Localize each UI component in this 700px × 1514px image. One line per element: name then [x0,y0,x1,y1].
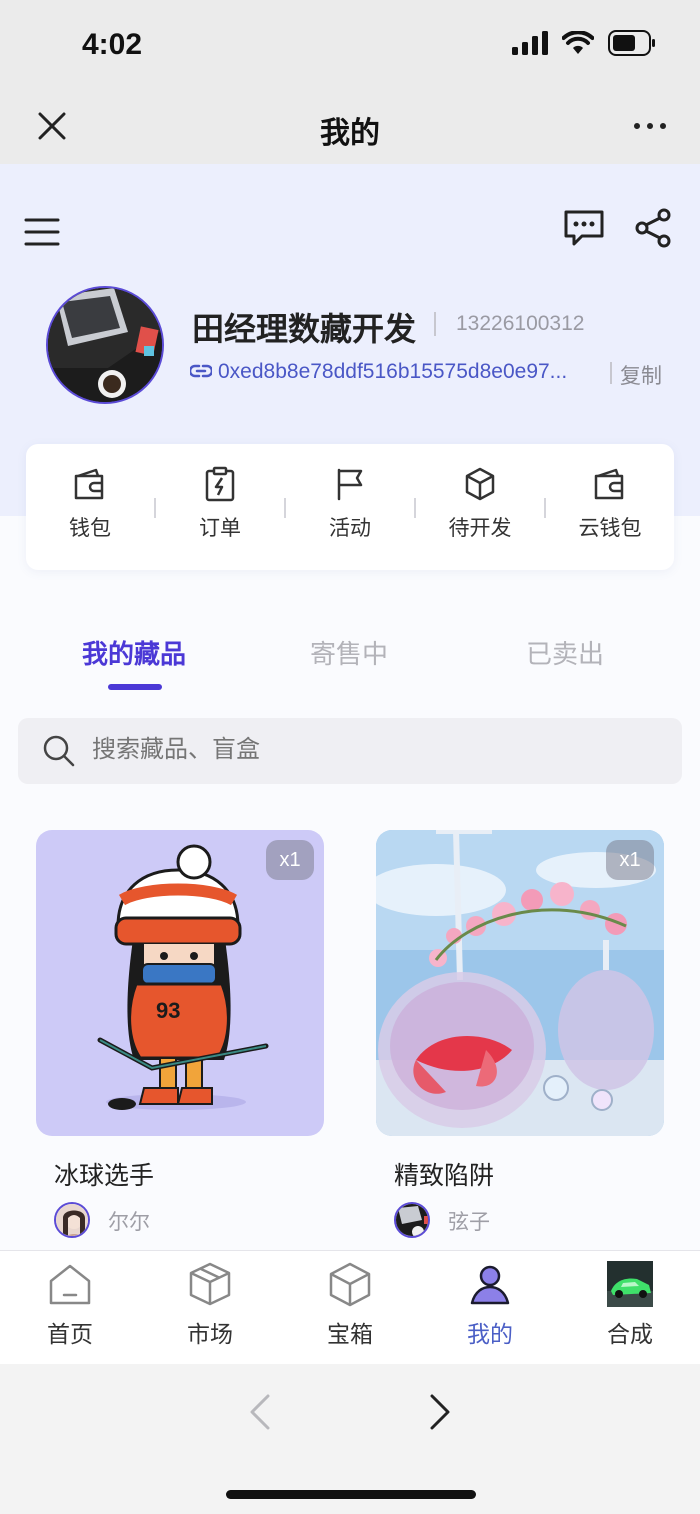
status-time: 4:02 [82,28,143,61]
quick-action-label: 云钱包 [578,517,642,540]
tab-bar-label: 首页 [47,1321,93,1347]
share-icon[interactable] [634,208,672,248]
collection-card[interactable]: 93 x1 冰球选手 尔尔 [36,830,324,1250]
active-tab-indicator [108,684,162,690]
browser-toolbar [0,1364,700,1514]
tab-bar-market[interactable]: 市场 [160,1261,260,1349]
author-name: 尔尔 [108,1211,150,1234]
main-content: 田经理数藏开发 13226100312 0xed8b8e78ddf516b155… [0,164,700,1250]
quick-action-label: 钱包 [69,517,111,540]
quick-action-order[interactable]: 订单 [170,466,270,542]
order-icon [205,466,235,502]
cube-icon [465,467,495,501]
search-icon [43,735,75,767]
svg-text:93: 93 [156,998,180,1023]
quick-action-cloud-wallet[interactable]: 云钱包 [560,466,660,542]
divider [154,498,156,518]
menu-icon[interactable] [24,216,60,248]
bottom-tab-bar: 首页 市场 宝箱 我的 合成 [0,1250,700,1364]
divider [414,498,416,518]
wallet-address: 0xed8b8e78ddf516b15575d8e0e97... [218,360,568,383]
status-bar: 4:02 [0,0,700,90]
collection-tabs: 我的藏品 寄售中 已卖出 [0,634,700,694]
copy-button[interactable]: 复制 [620,360,662,390]
signal-icon [512,31,548,55]
forward-arrow-icon[interactable] [426,1392,454,1432]
divider [610,362,612,384]
divider [284,498,286,518]
divider [544,498,546,518]
quick-action-label: 活动 [329,517,371,540]
more-icon[interactable] [630,106,670,146]
quantity-badge: x1 [606,840,654,880]
author-name: 弦子 [448,1211,490,1234]
tab-bar-home[interactable]: 首页 [20,1261,120,1349]
avatar[interactable] [46,286,164,404]
wallet-icon [74,468,104,500]
collection-card[interactable]: x1 精致陷阱 弦子 [376,830,664,1250]
market-box-icon [189,1262,231,1306]
link-icon [190,364,212,378]
user-name: 田经理数藏开发 [192,311,417,347]
quick-action-activity[interactable]: 活动 [300,466,400,542]
tab-sold[interactable]: 已卖出 [526,634,604,671]
treasure-box-icon [329,1262,371,1307]
wifi-icon [562,31,594,54]
collection-title: 精致陷阱 [394,1162,495,1190]
collection-image[interactable]: x1 [376,830,664,1136]
message-icon[interactable] [562,208,606,248]
flag-icon [337,468,363,501]
quick-action-label: 待开发 [448,517,512,540]
collection-image[interactable]: 93 x1 [36,830,324,1136]
tab-my-collections[interactable]: 我的藏品 [82,634,186,671]
tab-bar-label: 宝箱 [327,1321,373,1347]
nav-bar: 我的 [0,90,700,164]
status-icons [512,30,656,56]
tab-bar-mine[interactable]: 我的 [440,1261,540,1349]
tab-bar-treasure[interactable]: 宝箱 [300,1261,400,1349]
divider [434,312,436,336]
quick-actions-card: 钱包 订单 活动 待开发 云钱包 [26,444,674,570]
tab-bar-synthesis[interactable]: 合成 [580,1261,680,1349]
page-title: 我的 [320,117,380,150]
synthesis-thumbnail [607,1261,653,1307]
user-phone: 13226100312 [456,312,585,335]
quick-action-wallet[interactable]: 钱包 [40,466,140,542]
search-input[interactable] [92,736,652,764]
quick-action-pending[interactable]: 待开发 [430,466,530,542]
quantity-badge: x1 [266,840,314,880]
author-avatar [394,1202,430,1238]
collection-title: 冰球选手 [54,1162,155,1190]
author-avatar [54,1202,90,1238]
tab-bar-label: 我的 [467,1321,513,1347]
back-arrow-icon[interactable] [246,1392,274,1432]
home-icon [49,1264,91,1305]
cloud-wallet-icon [594,468,624,500]
battery-icon [608,30,655,56]
user-icon [470,1265,510,1305]
search-bar[interactable] [18,718,682,784]
home-indicator [226,1490,476,1499]
quick-action-label: 订单 [199,517,241,540]
tab-bar-label: 市场 [187,1321,233,1347]
tab-bar-label: 合成 [607,1321,653,1347]
tab-on-sale[interactable]: 寄售中 [310,634,388,671]
